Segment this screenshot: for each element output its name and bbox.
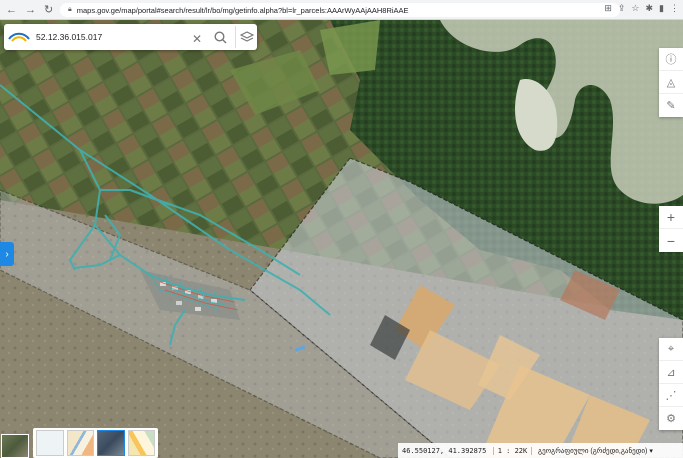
extensions-icon[interactable]: ✱ — [646, 3, 654, 14]
address-text: maps.gov.ge/map/portal#search/result/lr/… — [76, 5, 409, 15]
expand-sidebar-button[interactable]: › — [0, 242, 14, 266]
browser-nav: ← → ↻ — [0, 3, 56, 17]
status-bar: 46.550127, 41.392875 1 : 22K გეოგრაფიული… — [398, 443, 683, 458]
search-panel: ✕ — [4, 24, 257, 50]
napr-logo-icon — [8, 32, 30, 42]
basemap-topo[interactable] — [127, 430, 155, 456]
map-scale: 1 : 22K — [494, 446, 532, 455]
search-input[interactable] — [36, 32, 176, 42]
search-icon[interactable] — [209, 26, 231, 48]
info-icon[interactable]: ⓘ — [659, 48, 683, 71]
sidepanel-icon[interactable]: ▮ — [659, 3, 664, 14]
napr-logo[interactable] — [4, 24, 34, 50]
translate-icon[interactable]: ⊞ — [604, 3, 612, 14]
map-tools-panel: ⓘ ◬ ✎ — [659, 48, 683, 117]
projection-select[interactable]: გეოგრაფიული (გრძედი,განედი) ▾ — [532, 447, 653, 455]
zoom-in-button[interactable]: + — [659, 206, 683, 229]
basemap-blank[interactable] — [36, 430, 64, 456]
back-icon[interactable]: ← — [6, 4, 17, 16]
locate-icon[interactable]: ⌖ — [659, 338, 683, 361]
share-icon[interactable]: ⋰ — [659, 384, 683, 407]
address-bar[interactable]: 🔒︎ maps.gov.ge/map/portal#search/result/… — [60, 3, 620, 17]
satellite-map[interactable] — [0, 20, 683, 458]
ruler-icon[interactable]: ⊿ — [659, 361, 683, 384]
chevron-down-icon: ▾ — [649, 447, 653, 455]
map-canvas[interactable] — [0, 20, 683, 458]
menu-icon[interactable]: ⋮ — [670, 3, 679, 14]
measure-icon[interactable]: ◬ — [659, 71, 683, 94]
draw-icon[interactable]: ✎ — [659, 94, 683, 117]
share-icon[interactable]: ⇪ — [618, 3, 626, 14]
cursor-coordinates: 46.550127, 41.392875 — [398, 446, 494, 455]
basemap-current[interactable] — [1, 434, 29, 458]
zoom-out-button[interactable]: − — [659, 229, 683, 252]
browser-tools: ⊞ ⇪ ☆ ✱ ▮ ⋮ — [604, 3, 679, 14]
close-icon[interactable]: ✕ — [186, 28, 208, 50]
lock-icon: 🔒︎ — [68, 6, 72, 13]
projection-label: გეოგრაფიული (გრძედი,განედი) — [538, 447, 648, 455]
map-actions-panel: ⌖ ⊿ ⋰ ⚙ — [659, 338, 683, 430]
browser-toolbar: ← → ↻ 🔒︎ maps.gov.ge/map/portal#search/r… — [0, 0, 683, 20]
forward-icon[interactable]: → — [25, 4, 36, 16]
zoom-control: + − — [659, 206, 683, 252]
layers-icon[interactable] — [235, 26, 257, 48]
settings-icon[interactable]: ⚙ — [659, 407, 683, 430]
reload-icon[interactable]: ↻ — [44, 3, 53, 16]
basemap-satellite[interactable] — [97, 430, 125, 456]
basemap-switcher — [33, 428, 158, 458]
star-icon[interactable]: ☆ — [631, 3, 639, 14]
chevron-right-icon: › — [5, 248, 9, 260]
basemap-street[interactable] — [66, 430, 94, 456]
